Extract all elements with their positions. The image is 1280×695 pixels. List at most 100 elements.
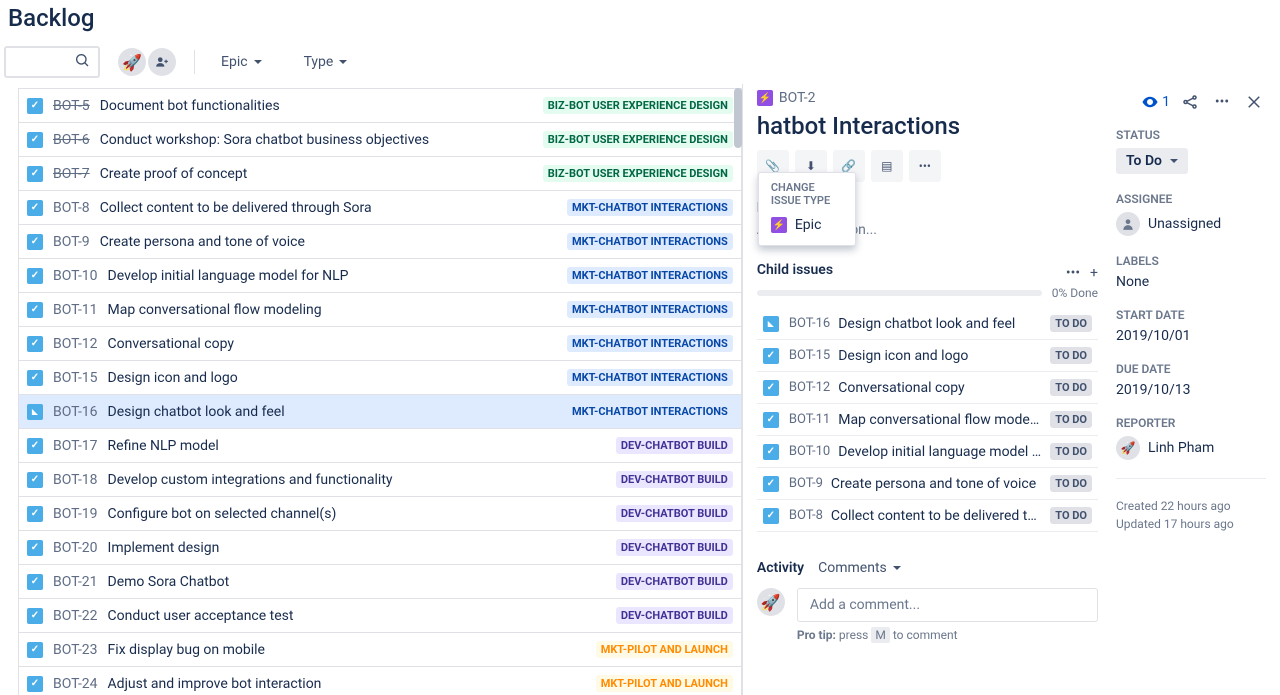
issue-title: Adjust and improve bot interaction: [108, 676, 596, 692]
page-button[interactable]: ▤: [871, 150, 903, 182]
issue-key: BOT-12: [53, 336, 98, 352]
share-button[interactable]: [1178, 90, 1202, 114]
user-avatar[interactable]: [118, 48, 146, 76]
backlog-row[interactable]: BOT-12 Conversational copy MKT-CHATBOT I…: [19, 327, 741, 361]
assignee-field[interactable]: Unassigned: [1116, 212, 1266, 236]
issue-key: BOT-20: [53, 540, 98, 556]
reporter-avatar: [1116, 436, 1140, 460]
child-title: Create persona and tone of voice: [831, 476, 1042, 492]
child-issue-row[interactable]: BOT-12 Conversational copy TO DO: [757, 372, 1098, 404]
backlog-row[interactable]: BOT-17 Refine NLP model DEV-CHATBOT BUIL…: [19, 429, 741, 463]
task-icon: [763, 476, 779, 492]
child-issue-row[interactable]: BOT-15 Design icon and logo TO DO: [757, 340, 1098, 372]
child-issue-row[interactable]: BOT-11 Map conversational flow modeling …: [757, 404, 1098, 436]
issue-title: Design chatbot look and feel: [108, 404, 567, 420]
subtask-icon: [27, 404, 43, 420]
epic-icon: [757, 90, 773, 106]
scrollbar-thumb[interactable]: [734, 88, 742, 148]
backlog-row[interactable]: BOT-5 Document bot functionalities BIZ-B…: [19, 89, 741, 123]
breadcrumb-key[interactable]: BOT-2: [779, 90, 816, 106]
progress-text: 0% Done: [1052, 286, 1098, 300]
close-button[interactable]: [1242, 90, 1266, 114]
popup-item-epic[interactable]: Epic: [771, 213, 843, 237]
comment-input[interactable]: Add a comment...: [797, 588, 1098, 622]
child-title: Map conversational flow modeling: [838, 412, 1042, 428]
child-issue-row[interactable]: BOT-9 Create persona and tone of voice T…: [757, 468, 1098, 500]
status-badge[interactable]: TO DO: [1050, 475, 1092, 492]
backlog-row[interactable]: BOT-10 Develop initial language model fo…: [19, 259, 741, 293]
task-icon: [27, 234, 43, 250]
child-issue-row[interactable]: BOT-16 Design chatbot look and feel TO D…: [757, 308, 1098, 340]
status-dropdown[interactable]: To Do: [1116, 148, 1188, 174]
watch-button[interactable]: 1: [1141, 93, 1170, 111]
status-badge[interactable]: TO DO: [1050, 379, 1092, 396]
epic-badge[interactable]: BIZ-BOT USER EXPERIENCE DESIGN: [543, 131, 733, 148]
issue-key: BOT-18: [53, 472, 98, 488]
epic-badge[interactable]: MKT-CHATBOT INTERACTIONS: [567, 233, 733, 250]
epic-badge[interactable]: BIZ-BOT USER EXPERIENCE DESIGN: [543, 97, 733, 114]
page-title: Backlog: [8, 4, 1272, 32]
child-issue-row[interactable]: BOT-8 Collect content to be delivered th…: [757, 500, 1098, 532]
epic-badge[interactable]: MKT-PILOT AND LAUNCH: [596, 641, 733, 658]
status-badge[interactable]: TO DO: [1050, 507, 1092, 524]
more-button[interactable]: •••: [1210, 90, 1234, 114]
epic-badge[interactable]: MKT-CHATBOT INTERACTIONS: [567, 369, 733, 386]
more-toolbar-button[interactable]: •••: [909, 150, 941, 182]
child-title: Develop initial language model for N...: [838, 444, 1042, 460]
backlog-row[interactable]: BOT-8 Collect content to be delivered th…: [19, 191, 741, 225]
task-icon: [27, 438, 43, 454]
backlog-row[interactable]: BOT-16 Design chatbot look and feel MKT-…: [19, 395, 741, 429]
due-date-value[interactable]: 2019/10/13: [1116, 382, 1266, 398]
epic-badge[interactable]: DEV-CHATBOT BUILD: [616, 607, 733, 624]
child-more-icon[interactable]: •••: [1066, 265, 1080, 281]
activity-filter-dropdown[interactable]: Comments: [818, 560, 901, 576]
type-filter-label: Type: [304, 54, 334, 70]
epic-badge[interactable]: DEV-CHATBOT BUILD: [616, 437, 733, 454]
child-add-icon[interactable]: +: [1090, 265, 1098, 281]
backlog-row[interactable]: BOT-7 Create proof of concept BIZ-BOT US…: [19, 157, 741, 191]
issue-key: BOT-11: [53, 302, 98, 318]
backlog-row[interactable]: BOT-6 Conduct workshop: Sora chatbot bus…: [19, 123, 741, 157]
task-icon: [27, 574, 43, 590]
child-issue-row[interactable]: BOT-10 Develop initial language model fo…: [757, 436, 1098, 468]
backlog-row[interactable]: BOT-11 Map conversational flow modeling …: [19, 293, 741, 327]
search-input[interactable]: [14, 54, 74, 70]
epic-badge[interactable]: DEV-CHATBOT BUILD: [616, 505, 733, 522]
epic-badge[interactable]: MKT-CHATBOT INTERACTIONS: [567, 301, 733, 318]
epic-badge[interactable]: MKT-CHATBOT INTERACTIONS: [567, 335, 733, 352]
status-badge[interactable]: TO DO: [1050, 443, 1092, 460]
status-badge[interactable]: TO DO: [1050, 315, 1092, 332]
backlog-row[interactable]: BOT-21 Demo Sora Chatbot DEV-CHATBOT BUI…: [19, 565, 741, 599]
start-date-value[interactable]: 2019/10/01: [1116, 328, 1266, 344]
backlog-row[interactable]: BOT-23 Fix display bug on mobile MKT-PIL…: [19, 633, 741, 667]
reporter-field[interactable]: Linh Pham: [1116, 436, 1266, 460]
epic-badge[interactable]: BIZ-BOT USER EXPERIENCE DESIGN: [543, 165, 733, 182]
epic-badge[interactable]: DEV-CHATBOT BUILD: [616, 471, 733, 488]
chevron-down-icon: [339, 60, 347, 64]
labels-value[interactable]: None: [1116, 274, 1266, 290]
watch-count: 1: [1162, 94, 1170, 110]
backlog-row[interactable]: BOT-19 Configure bot on selected channel…: [19, 497, 741, 531]
epic-badge[interactable]: DEV-CHATBOT BUILD: [616, 539, 733, 556]
type-filter-dropdown[interactable]: Type: [296, 50, 356, 74]
epic-badge[interactable]: MKT-CHATBOT INTERACTIONS: [567, 403, 733, 420]
breadcrumb: BOT-2: [757, 90, 816, 106]
backlog-row[interactable]: BOT-18 Develop custom integrations and f…: [19, 463, 741, 497]
issue-title: Create persona and tone of voice: [100, 234, 567, 250]
backlog-row[interactable]: BOT-15 Design icon and logo MKT-CHATBOT …: [19, 361, 741, 395]
backlog-row[interactable]: BOT-9 Create persona and tone of voice M…: [19, 225, 741, 259]
epic-badge[interactable]: MKT-CHATBOT INTERACTIONS: [567, 199, 733, 216]
status-badge[interactable]: TO DO: [1050, 411, 1092, 428]
issue-key: BOT-23: [53, 642, 98, 658]
epic-badge[interactable]: MKT-CHATBOT INTERACTIONS: [567, 267, 733, 284]
epic-filter-dropdown[interactable]: Epic: [213, 50, 270, 74]
issue-title: Document bot functionalities: [100, 98, 543, 114]
issue-title[interactable]: hatbot Interactions: [757, 112, 1098, 140]
backlog-row[interactable]: BOT-24 Adjust and improve bot interactio…: [19, 667, 741, 695]
backlog-row[interactable]: BOT-20 Implement design DEV-CHATBOT BUIL…: [19, 531, 741, 565]
epic-badge[interactable]: DEV-CHATBOT BUILD: [616, 573, 733, 590]
status-badge[interactable]: TO DO: [1050, 347, 1092, 364]
add-people-button[interactable]: [148, 48, 176, 76]
backlog-row[interactable]: BOT-22 Conduct user acceptance test DEV-…: [19, 599, 741, 633]
epic-badge[interactable]: MKT-PILOT AND LAUNCH: [596, 675, 733, 692]
